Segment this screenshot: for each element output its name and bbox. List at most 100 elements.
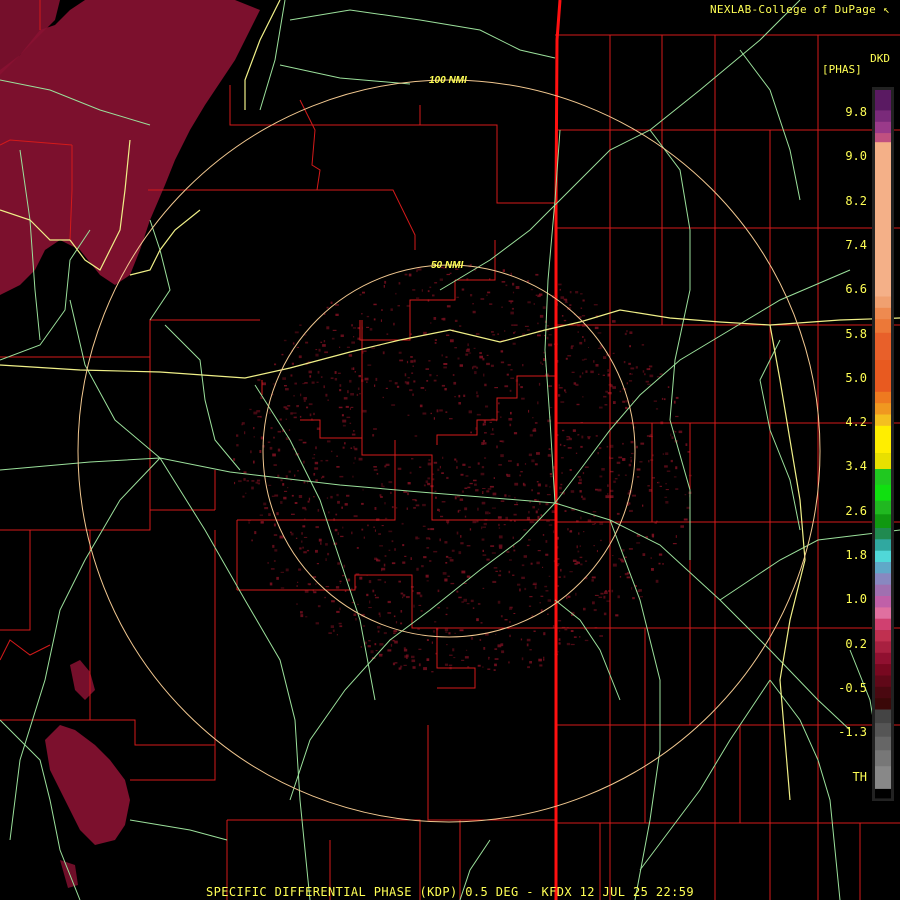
clutter-speck [592, 523, 595, 525]
clutter-speck [601, 468, 605, 471]
clutter-speck [479, 352, 482, 355]
color-scale-band [875, 500, 891, 515]
clutter-speck [579, 545, 581, 547]
clutter-speck [349, 407, 351, 410]
clutter-speck [418, 648, 422, 650]
clutter-speck [569, 304, 572, 306]
clutter-speck [598, 373, 600, 375]
clutter-speck [605, 390, 608, 393]
clutter-speck [594, 326, 599, 330]
clutter-speck [558, 576, 561, 578]
clutter-speck [647, 383, 651, 385]
clutter-speck [417, 268, 422, 271]
color-scale-band [875, 596, 891, 608]
highway [289, 502, 556, 801]
clutter-speck [561, 471, 563, 474]
clutter-speck [460, 535, 462, 538]
highway [554, 269, 851, 504]
clutter-speck [446, 273, 450, 276]
clutter-speck [430, 412, 432, 415]
clutter-speck [357, 387, 360, 390]
clutter-speck [603, 356, 607, 359]
clutter-speck [477, 462, 480, 465]
clutter-speck [495, 633, 497, 636]
clutter-speck [432, 478, 435, 481]
clutter-speck [640, 442, 645, 445]
clutter-speck [537, 483, 541, 487]
clutter-speck [650, 557, 652, 559]
clutter-speck [577, 434, 579, 436]
clutter-speck [391, 540, 394, 543]
clutter-speck [470, 636, 474, 640]
clutter-speck [397, 467, 402, 470]
clutter-speck [540, 595, 544, 597]
highway [544, 129, 561, 504]
clutter-speck [423, 556, 427, 559]
clutter-speck [417, 537, 420, 540]
clutter-speck [440, 515, 444, 518]
clutter-speck [391, 404, 396, 406]
clutter-speck [416, 567, 419, 571]
clutter-speck [573, 636, 577, 638]
clutter-speck [444, 388, 447, 391]
precip-region-northwest [0, 0, 260, 295]
clutter-speck [360, 646, 362, 648]
clutter-speck [500, 416, 502, 418]
clutter-speck [443, 363, 448, 365]
clutter-speck [604, 404, 608, 406]
clutter-speck [619, 576, 622, 578]
clutter-speck [379, 494, 382, 497]
clutter-speck [255, 481, 259, 484]
clutter-speck [570, 490, 575, 493]
clutter-speck [564, 302, 568, 304]
clutter-speck [636, 542, 641, 544]
clutter-speck [534, 586, 537, 589]
clutter-speck [453, 657, 456, 659]
clutter-speck [570, 630, 574, 632]
clutter-speck [244, 431, 246, 435]
clutter-speck [579, 636, 581, 638]
clutter-speck [582, 372, 584, 375]
clutter-speck [313, 591, 317, 594]
clutter-speck [390, 491, 392, 494]
clutter-speck [274, 494, 279, 497]
clutter-speck [636, 476, 640, 478]
clutter-speck [351, 433, 356, 436]
clutter-speck [500, 615, 503, 618]
clutter-speck [324, 351, 328, 354]
clutter-speck [529, 520, 534, 524]
clutter-speck [327, 552, 330, 556]
clutter-speck [339, 346, 341, 348]
clutter-speck [397, 305, 400, 307]
clutter-speck [251, 486, 254, 490]
clutter-speck [592, 511, 597, 513]
clutter-speck [369, 328, 373, 331]
clutter-speck [593, 304, 598, 306]
clutter-speck [470, 294, 473, 297]
county-line [409, 280, 456, 320]
clutter-speck [374, 594, 376, 596]
clutter-speck [315, 583, 317, 585]
clutter-speck [578, 482, 582, 485]
clutter-speck [337, 532, 339, 535]
clutter-speck [567, 528, 569, 531]
clutter-speck [411, 655, 415, 659]
clutter-speck [511, 300, 514, 303]
clutter-speck [501, 281, 506, 283]
clutter-speck [402, 594, 406, 597]
clutter-speck [236, 434, 239, 437]
clutter-speck [436, 409, 439, 413]
clutter-speck [498, 535, 503, 539]
clutter-speck [463, 598, 467, 602]
clutter-speck [443, 366, 447, 369]
highway [159, 457, 311, 900]
clutter-speck [494, 648, 498, 650]
clutter-speck [300, 611, 303, 614]
clutter-speck [527, 301, 531, 304]
color-scale-band [875, 709, 891, 724]
clutter-speck [587, 437, 590, 440]
clutter-speck [490, 364, 494, 367]
clutter-speck [561, 315, 564, 317]
clutter-speck [482, 554, 487, 556]
clutter-speck [387, 649, 392, 652]
